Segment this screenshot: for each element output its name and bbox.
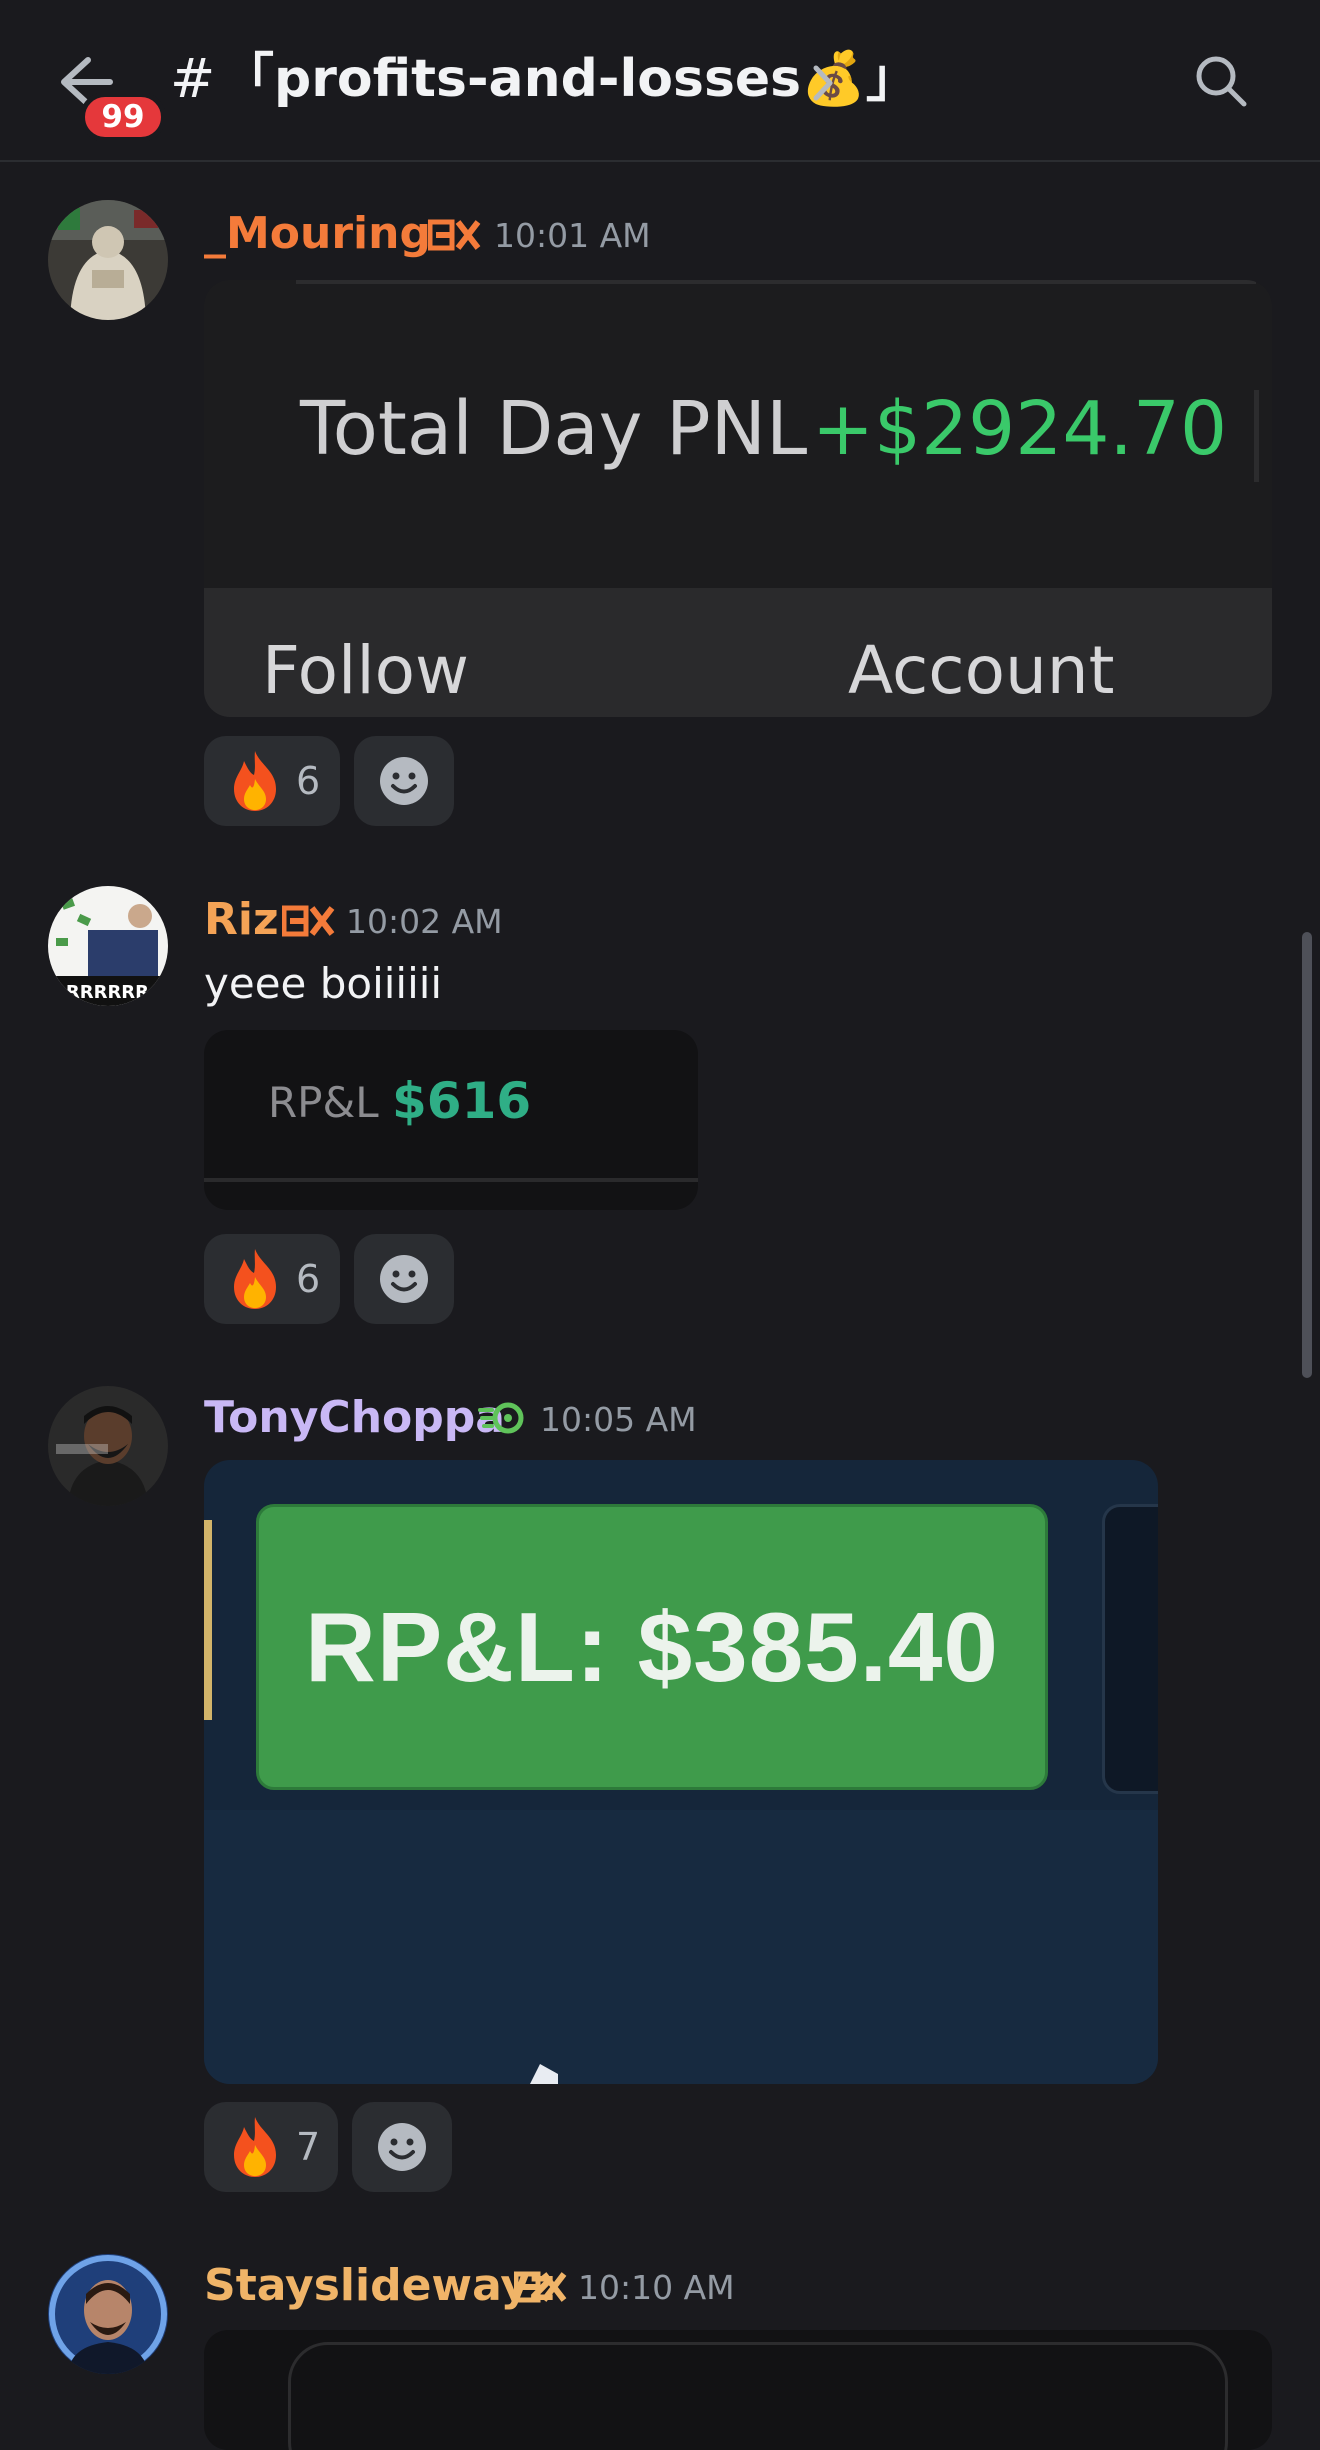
message-text: yeee boiiiiii	[204, 959, 443, 1008]
timestamp: 10:10 AM	[578, 2268, 735, 2307]
image-footer	[204, 1810, 1158, 2084]
rpl-value: RP&L: $385.40	[305, 1591, 999, 1702]
reaction-count: 7	[296, 2125, 321, 2169]
scrollbar[interactable]	[1302, 932, 1312, 1378]
smiley-icon	[380, 1255, 428, 1303]
timestamp: 10:02 AM	[346, 902, 503, 941]
reaction-fire[interactable]: 7	[204, 2102, 338, 2192]
smiley-icon	[380, 757, 428, 805]
image-edge	[204, 1520, 212, 1720]
role-icon	[514, 2271, 567, 2303]
cursor-glyph	[530, 2064, 558, 2084]
author-name[interactable]: TonyChoppa	[204, 1390, 505, 1446]
divider	[1254, 390, 1259, 482]
chevron-right-icon[interactable]	[808, 62, 838, 104]
side-panel	[1102, 1504, 1158, 1794]
attachment-image[interactable]: RP&L $616	[204, 1030, 698, 1210]
reaction-fire[interactable]: 6	[204, 736, 340, 826]
fire-icon	[234, 751, 276, 811]
avatar[interactable]	[48, 2254, 168, 2374]
reaction-count: 6	[296, 1257, 321, 1301]
avatar[interactable]	[48, 200, 168, 320]
pnl-label: Total Day PNL	[300, 386, 808, 472]
rpl-value: $616	[392, 1072, 532, 1130]
follow-label: Follow	[262, 632, 470, 709]
avatar[interactable]	[48, 1386, 168, 1506]
timestamp: 10:05 AM	[540, 1400, 697, 1439]
nitro-boost-icon	[478, 1402, 524, 1434]
fire-icon	[234, 1249, 276, 1309]
role-icon	[282, 905, 335, 937]
rpl-label: RP&L	[268, 1078, 379, 1127]
search-icon[interactable]	[1192, 52, 1250, 110]
author-name[interactable]: Riz	[204, 892, 279, 948]
image-frame	[288, 2342, 1228, 2450]
account-label: Account	[848, 632, 1115, 709]
attachment-image[interactable]: Total Day PNL +$2924.70 Follow Account	[204, 280, 1272, 717]
author-name[interactable]: _Mouring	[204, 206, 431, 262]
avatar[interactable]: RRRRRRR	[48, 886, 168, 1006]
attachment-image[interactable]	[204, 2330, 1272, 2450]
svg-text:RRRRRRR: RRRRRRR	[52, 982, 149, 1003]
author-name[interactable]: Stayslidewayz	[204, 2258, 555, 2314]
smiley-icon	[378, 2123, 426, 2171]
add-reaction-button[interactable]	[352, 2102, 452, 2192]
unread-badge: 99	[80, 92, 166, 142]
attachment-image[interactable]: RP&L: $385.40	[204, 1460, 1158, 2084]
role-icon	[428, 219, 481, 251]
fire-icon	[234, 2117, 276, 2177]
reaction-count: 6	[296, 759, 321, 803]
channel-header: 99 # 「profits-and-losses💰」	[0, 0, 1320, 162]
add-reaction-button[interactable]	[354, 736, 454, 826]
pnl-value: +$2924.70	[812, 386, 1228, 472]
divider	[204, 1178, 698, 1182]
divider	[296, 280, 1256, 284]
timestamp: 10:01 AM	[494, 216, 651, 255]
reaction-fire[interactable]: 6	[204, 1234, 340, 1324]
channel-hash-icon: #	[170, 47, 216, 110]
add-reaction-button[interactable]	[354, 1234, 454, 1324]
